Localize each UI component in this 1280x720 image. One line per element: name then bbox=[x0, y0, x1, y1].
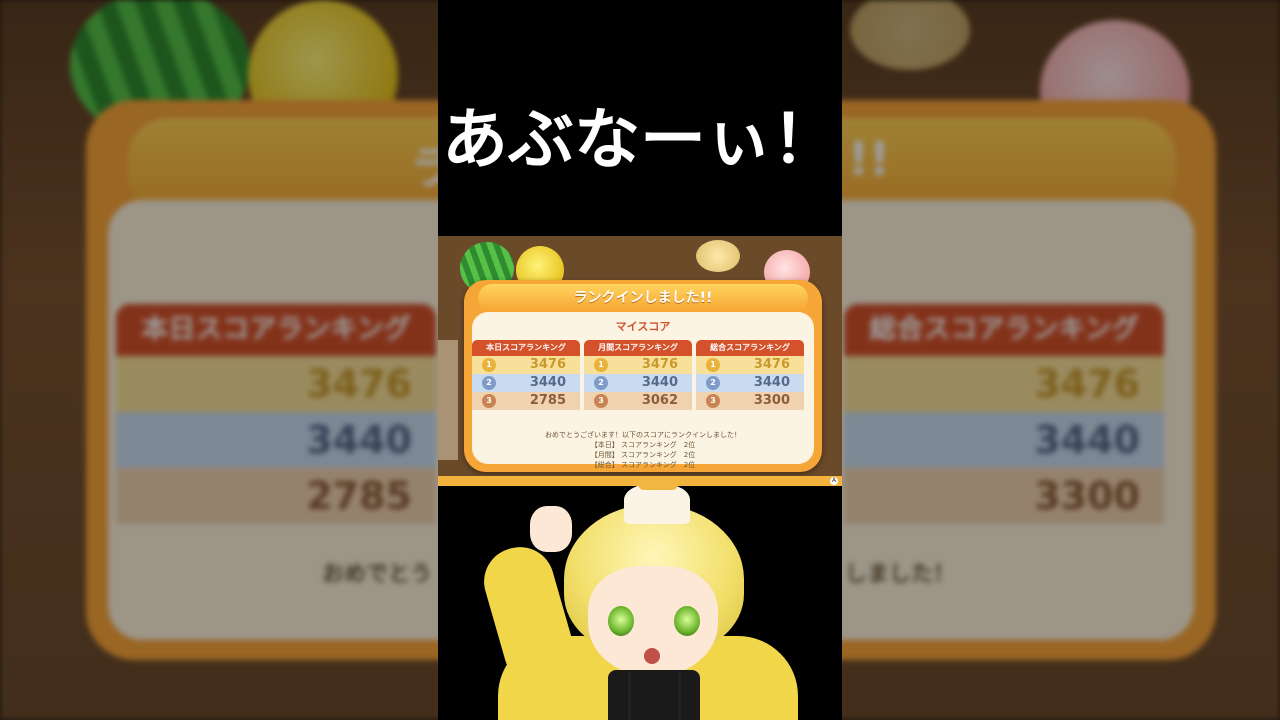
my-score-label: マイスコア bbox=[615, 320, 671, 333]
ranking-row: 1 3476 bbox=[584, 356, 692, 374]
left-eye-icon bbox=[608, 606, 634, 636]
gold-medal-icon: 1 bbox=[706, 358, 720, 372]
a-button-icon[interactable]: A bbox=[830, 477, 838, 485]
ranking-row: 2 3440 bbox=[472, 374, 580, 392]
ranking-title: 本日スコアランキング bbox=[472, 340, 580, 356]
score-value: 3476 bbox=[753, 357, 790, 372]
caramel-topping bbox=[638, 476, 678, 490]
right-eye-icon bbox=[674, 606, 700, 636]
bg-congrats-right: しました！ bbox=[845, 562, 956, 587]
bg-score-1: 3476 bbox=[116, 356, 436, 412]
dialog-body: マイスコア 本日スコアランキング 1 3476 2 3440 3 2785 月間スコア… bbox=[472, 312, 814, 469]
bg-score-1: 3476 bbox=[844, 356, 1164, 412]
score-value: 3476 bbox=[641, 357, 678, 372]
pear-fruit bbox=[850, 0, 970, 70]
score-value: 3062 bbox=[641, 393, 678, 408]
vtuber-avatar bbox=[438, 476, 842, 720]
bg-ranking-title: 総合スコアランキング bbox=[844, 304, 1164, 356]
silver-medal-icon: 2 bbox=[594, 376, 608, 390]
pear-icon bbox=[696, 240, 740, 272]
daily-ranking-column: 本日スコアランキング 1 3476 2 3440 3 2785 bbox=[472, 340, 580, 410]
bg-header-text-right: !! bbox=[848, 132, 890, 186]
bg-ranking-title: 本日スコアランキング bbox=[116, 304, 436, 356]
score-value: 3440 bbox=[753, 375, 790, 390]
bg-score-2: 3440 bbox=[116, 412, 436, 468]
bg-score-3: 3300 bbox=[844, 468, 1164, 524]
bg-score-2: 3440 bbox=[844, 412, 1164, 468]
result-overall: 【総合】 スコアランキング 2位 bbox=[590, 461, 696, 469]
ranking-row: 3 3300 bbox=[696, 392, 804, 410]
score-value: 3300 bbox=[753, 393, 790, 408]
hand bbox=[530, 506, 572, 552]
score-value: 3476 bbox=[529, 357, 566, 372]
open-mouth-icon bbox=[644, 648, 660, 664]
score-value: 2785 bbox=[529, 393, 566, 408]
bg-congrats-left: おめでとう bbox=[322, 562, 433, 587]
congrats-message: おめでとうございます！以下のスコアにランクインしました！ 【本日】 スコアランキ… bbox=[472, 430, 814, 470]
ranking-row: 2 3440 bbox=[584, 374, 692, 392]
silver-medal-icon: 2 bbox=[482, 376, 496, 390]
bg-daily-ranking: 本日スコアランキング 3476 3440 2785 bbox=[116, 304, 436, 524]
bronze-medal-icon: 3 bbox=[482, 394, 496, 408]
ranking-row: 1 3476 bbox=[696, 356, 804, 374]
congrats-line: おめでとうございます！以下のスコアにランクインしました！ bbox=[545, 431, 741, 439]
rank-in-dialog: ランクインしました!! マイスコア 本日スコアランキング 1 3476 2 3440… bbox=[464, 280, 822, 472]
game-screen: ランクインしました!! マイスコア 本日スコアランキング 1 3476 2 3440… bbox=[438, 236, 842, 486]
monthly-ranking-column: 月間スコアランキング 1 3476 2 3440 3 3062 bbox=[584, 340, 692, 410]
ranking-title: 総合スコアランキング bbox=[696, 340, 804, 356]
bg-overall-ranking: 総合スコアランキング 3476 3440 3300 bbox=[844, 304, 1164, 524]
hoodie-string bbox=[678, 672, 681, 720]
ranking-row: 2 3440 bbox=[696, 374, 804, 392]
bronze-medal-icon: 3 bbox=[594, 394, 608, 408]
hoodie-string bbox=[628, 672, 631, 720]
ranking-title: 月間スコアランキング bbox=[584, 340, 692, 356]
dialog-header: ランクインしました!! bbox=[478, 284, 808, 312]
silver-medal-icon: 2 bbox=[706, 376, 720, 390]
caption-text: あぶなーぃ！ bbox=[442, 101, 838, 178]
ranking-row: 3 2785 bbox=[472, 392, 580, 410]
pudding-hat bbox=[624, 484, 690, 524]
result-monthly: 【月間】 スコアランキング 2位 bbox=[590, 451, 696, 459]
bg-score-3: 2785 bbox=[116, 468, 436, 524]
result-daily: 【本日】 スコアランキング 2位 bbox=[590, 441, 696, 449]
ranking-row: 3 3062 bbox=[584, 392, 692, 410]
score-value: 3440 bbox=[641, 375, 678, 390]
short-video-frame: あぶなーぃ！ ランクインしました!! マイスコア 本日スコアランキング 1 347… bbox=[438, 0, 842, 720]
ranking-row: 1 3476 bbox=[472, 356, 580, 374]
gold-medal-icon: 1 bbox=[594, 358, 608, 372]
game-side-panel bbox=[438, 340, 458, 460]
score-value: 3440 bbox=[529, 375, 566, 390]
overall-ranking-column: 総合スコアランキング 1 3476 2 3440 3 3300 bbox=[696, 340, 804, 410]
bronze-medal-icon: 3 bbox=[706, 394, 720, 408]
collar bbox=[608, 670, 700, 720]
gold-medal-icon: 1 bbox=[482, 358, 496, 372]
